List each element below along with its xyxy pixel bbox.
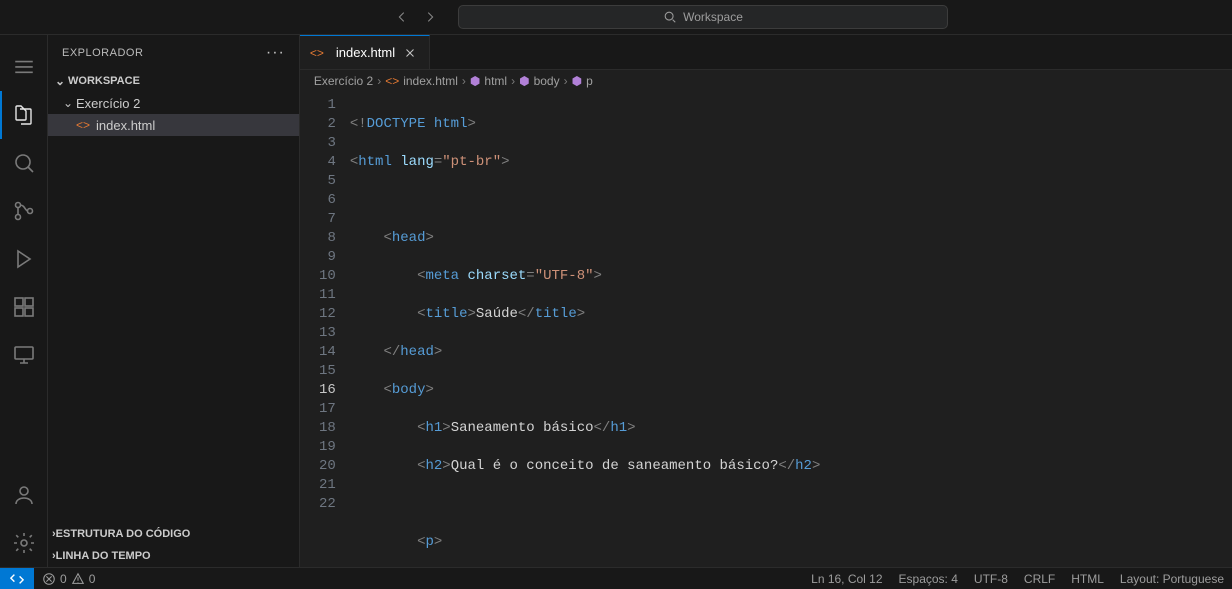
- status-bar: 0 0 Ln 16, Col 12 Espaços: 4 UTF-8 CRLF …: [0, 567, 1232, 589]
- symbol-icon: ⬢: [470, 74, 480, 88]
- folder-label: Exercício 2: [76, 96, 140, 111]
- menu-button[interactable]: [0, 43, 48, 91]
- symbol-icon: ⬢: [572, 74, 582, 88]
- search-icon: [663, 10, 677, 24]
- tab-label: index.html: [336, 45, 395, 60]
- warning-icon: [71, 572, 85, 586]
- problems-button[interactable]: 0 0: [34, 572, 103, 586]
- sidebar-more-button[interactable]: ···: [266, 44, 285, 62]
- line-gutter: 12345678910111213141516171819202122: [300, 92, 350, 567]
- extensions-tab[interactable]: [0, 283, 48, 331]
- code-editor[interactable]: 12345678910111213141516171819202122 <!DO…: [300, 92, 1232, 567]
- html-file-icon: <>: [385, 74, 399, 88]
- breadcrumb-symbol[interactable]: p: [586, 74, 593, 88]
- activity-bar: [0, 35, 48, 567]
- remote-explorer-tab[interactable]: [0, 331, 48, 379]
- indentation-button[interactable]: Espaços: 4: [891, 572, 966, 586]
- breadcrumb-folder[interactable]: Exercício 2: [314, 74, 373, 88]
- search-tab[interactable]: [0, 139, 48, 187]
- run-debug-tab[interactable]: [0, 235, 48, 283]
- nav-back-button[interactable]: [390, 5, 414, 29]
- sidebar-title: EXPLORADOR: [62, 47, 143, 59]
- search-placeholder: Workspace: [683, 10, 743, 24]
- html-file-icon: <>: [76, 118, 90, 132]
- editor-tabs: <> index.html: [300, 35, 1232, 70]
- outline-panel[interactable]: ›ESTRUTURA DO CÓDIGO: [48, 523, 299, 545]
- breadcrumb-symbol[interactable]: html: [484, 74, 507, 88]
- timeline-label: LINHA DO TEMPO: [56, 550, 151, 562]
- html-file-icon: <>: [310, 46, 324, 60]
- accounts-button[interactable]: [0, 471, 48, 519]
- close-tab-button[interactable]: [401, 44, 419, 62]
- command-center-search[interactable]: Workspace: [458, 5, 948, 29]
- outline-label: ESTRUTURA DO CÓDIGO: [56, 528, 191, 540]
- language-mode-button[interactable]: HTML: [1063, 572, 1112, 586]
- explorer-sidebar: EXPLORADOR ··· ⌄WORKSPACE ⌄Exercício 2 <…: [48, 35, 300, 567]
- error-icon: [42, 572, 56, 586]
- nav-forward-button[interactable]: [418, 5, 442, 29]
- code-lines[interactable]: <!DOCTYPE html> <html lang="pt-br"> <hea…: [350, 92, 1232, 567]
- chevron-down-icon: ⌄: [60, 96, 76, 110]
- title-bar: Workspace: [0, 0, 1232, 35]
- breadcrumb-symbol[interactable]: body: [534, 74, 560, 88]
- remote-button[interactable]: [0, 568, 34, 589]
- eol-button[interactable]: CRLF: [1016, 572, 1063, 586]
- encoding-button[interactable]: UTF-8: [966, 572, 1016, 586]
- workspace-section[interactable]: ⌄WORKSPACE: [48, 70, 299, 92]
- keyboard-layout-button[interactable]: Layout: Portuguese: [1112, 572, 1232, 586]
- cursor-position[interactable]: Ln 16, Col 12: [803, 572, 890, 586]
- breadcrumb-file[interactable]: index.html: [403, 74, 458, 88]
- timeline-panel[interactable]: ›LINHA DO TEMPO: [48, 545, 299, 567]
- breadcrumb[interactable]: Exercício 2› <>index.html› ⬢html› ⬢body›…: [300, 70, 1232, 92]
- workspace-label: WORKSPACE: [68, 75, 140, 87]
- chevron-down-icon: ⌄: [52, 74, 68, 88]
- source-control-tab[interactable]: [0, 187, 48, 235]
- folder-row[interactable]: ⌄Exercício 2: [48, 92, 299, 114]
- file-label: index.html: [96, 118, 155, 133]
- explorer-tab[interactable]: [0, 91, 48, 139]
- editor-area: <> index.html Exercício 2› <>index.html›…: [300, 35, 1232, 567]
- tab-index-html[interactable]: <> index.html: [300, 35, 430, 69]
- settings-button[interactable]: [0, 519, 48, 567]
- symbol-icon: ⬢: [519, 74, 529, 88]
- file-row-index-html[interactable]: <> index.html: [48, 114, 299, 136]
